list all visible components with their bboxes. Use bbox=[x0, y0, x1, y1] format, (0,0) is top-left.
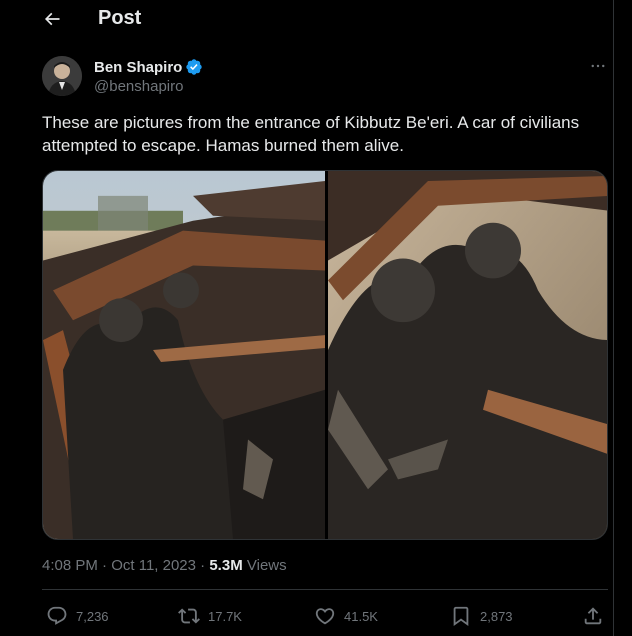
author-handle[interactable]: @benshapiro bbox=[94, 78, 183, 95]
more-icon bbox=[591, 64, 605, 68]
meta-separator: · bbox=[102, 557, 108, 574]
views-label: Views bbox=[246, 557, 287, 574]
bookmark-count: 2,873 bbox=[480, 608, 513, 624]
author-name[interactable]: Ben Shapiro bbox=[94, 58, 203, 76]
post-meta: 4:08 PM · Oct 11, 2023 · 5.3M Views bbox=[42, 557, 287, 574]
bookmark-button[interactable]: 2,873 bbox=[450, 604, 513, 628]
more-options-button[interactable] bbox=[586, 58, 610, 74]
page-title: Post bbox=[98, 7, 142, 29]
post-photo-2[interactable] bbox=[328, 171, 608, 539]
post-text: These are pictures from the entrance of … bbox=[42, 113, 580, 155]
like-button[interactable]: 41.5K bbox=[314, 604, 378, 628]
author-avatar[interactable] bbox=[42, 56, 82, 96]
share-button[interactable] bbox=[582, 604, 612, 628]
author-name-text: Ben Shapiro bbox=[94, 58, 183, 76]
meta-divider bbox=[42, 589, 608, 590]
share-icon bbox=[584, 607, 602, 625]
verified-badge-icon bbox=[186, 59, 203, 75]
avatar-image bbox=[42, 56, 82, 96]
bookmark-icon bbox=[453, 606, 469, 627]
post-date[interactable]: Oct 11, 2023 bbox=[111, 557, 196, 574]
post-time[interactable]: 4:08 PM bbox=[42, 557, 98, 574]
post-detail-column: Post Ben Shapiro @benshapiro These are p… bbox=[0, 0, 614, 636]
views-count[interactable]: 5.3M bbox=[209, 557, 242, 574]
post-photo-1[interactable] bbox=[43, 171, 325, 539]
reply-button[interactable]: 7,236 bbox=[46, 604, 109, 628]
repost-button[interactable]: 17.7K bbox=[178, 604, 242, 628]
repost-count: 17.7K bbox=[208, 608, 242, 624]
post-media-grid bbox=[42, 170, 608, 540]
page-header: Post bbox=[0, 0, 614, 38]
back-arrow-icon bbox=[44, 12, 60, 26]
like-count: 41.5K bbox=[344, 608, 378, 624]
reply-count: 7,236 bbox=[76, 608, 109, 624]
meta-separator-2: · bbox=[200, 557, 206, 574]
back-button[interactable] bbox=[36, 3, 68, 35]
reply-icon bbox=[47, 606, 67, 625]
like-icon bbox=[315, 608, 335, 625]
repost-icon bbox=[178, 608, 200, 624]
